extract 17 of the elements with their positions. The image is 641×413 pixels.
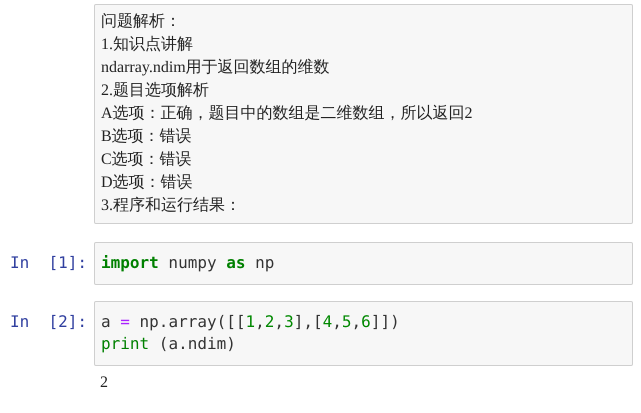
markdown-line: 2.题目选项解析 <box>101 80 210 101</box>
markdown-line: B选项：错误 <box>101 126 193 147</box>
markdown-line: C选项：错误 <box>101 150 193 170</box>
markdown-line: A选项：正确，题目中的数组是二维数组，所以返回2 <box>101 104 474 124</box>
markdown-line: 3.程序和运行结果： <box>101 196 242 216</box>
cell-prompt: In [2]: <box>10 311 88 332</box>
markdown-line: 问题解析： <box>101 12 182 32</box>
code-line: import numpy as np <box>101 252 276 274</box>
code-line: a = np.array([[1,2,3],[4,5,6]]) <box>101 311 401 333</box>
code-line: print (a.ndim) <box>101 333 237 355</box>
markdown-line: D选项：错误 <box>101 172 194 193</box>
markdown-line: ndarray.ndim用于返回数组的维数 <box>101 58 331 78</box>
markdown-line: 1.知识点讲解 <box>101 34 194 55</box>
cell-prompt: In [1]: <box>10 252 88 273</box>
code-cell[interactable]: a = np.array([[1,2,3],[4,5,6]]) print (a.ndim) <box>94 301 633 366</box>
cell-output: 2 <box>100 374 108 392</box>
code-cell[interactable]: import numpy as np <box>94 242 633 285</box>
